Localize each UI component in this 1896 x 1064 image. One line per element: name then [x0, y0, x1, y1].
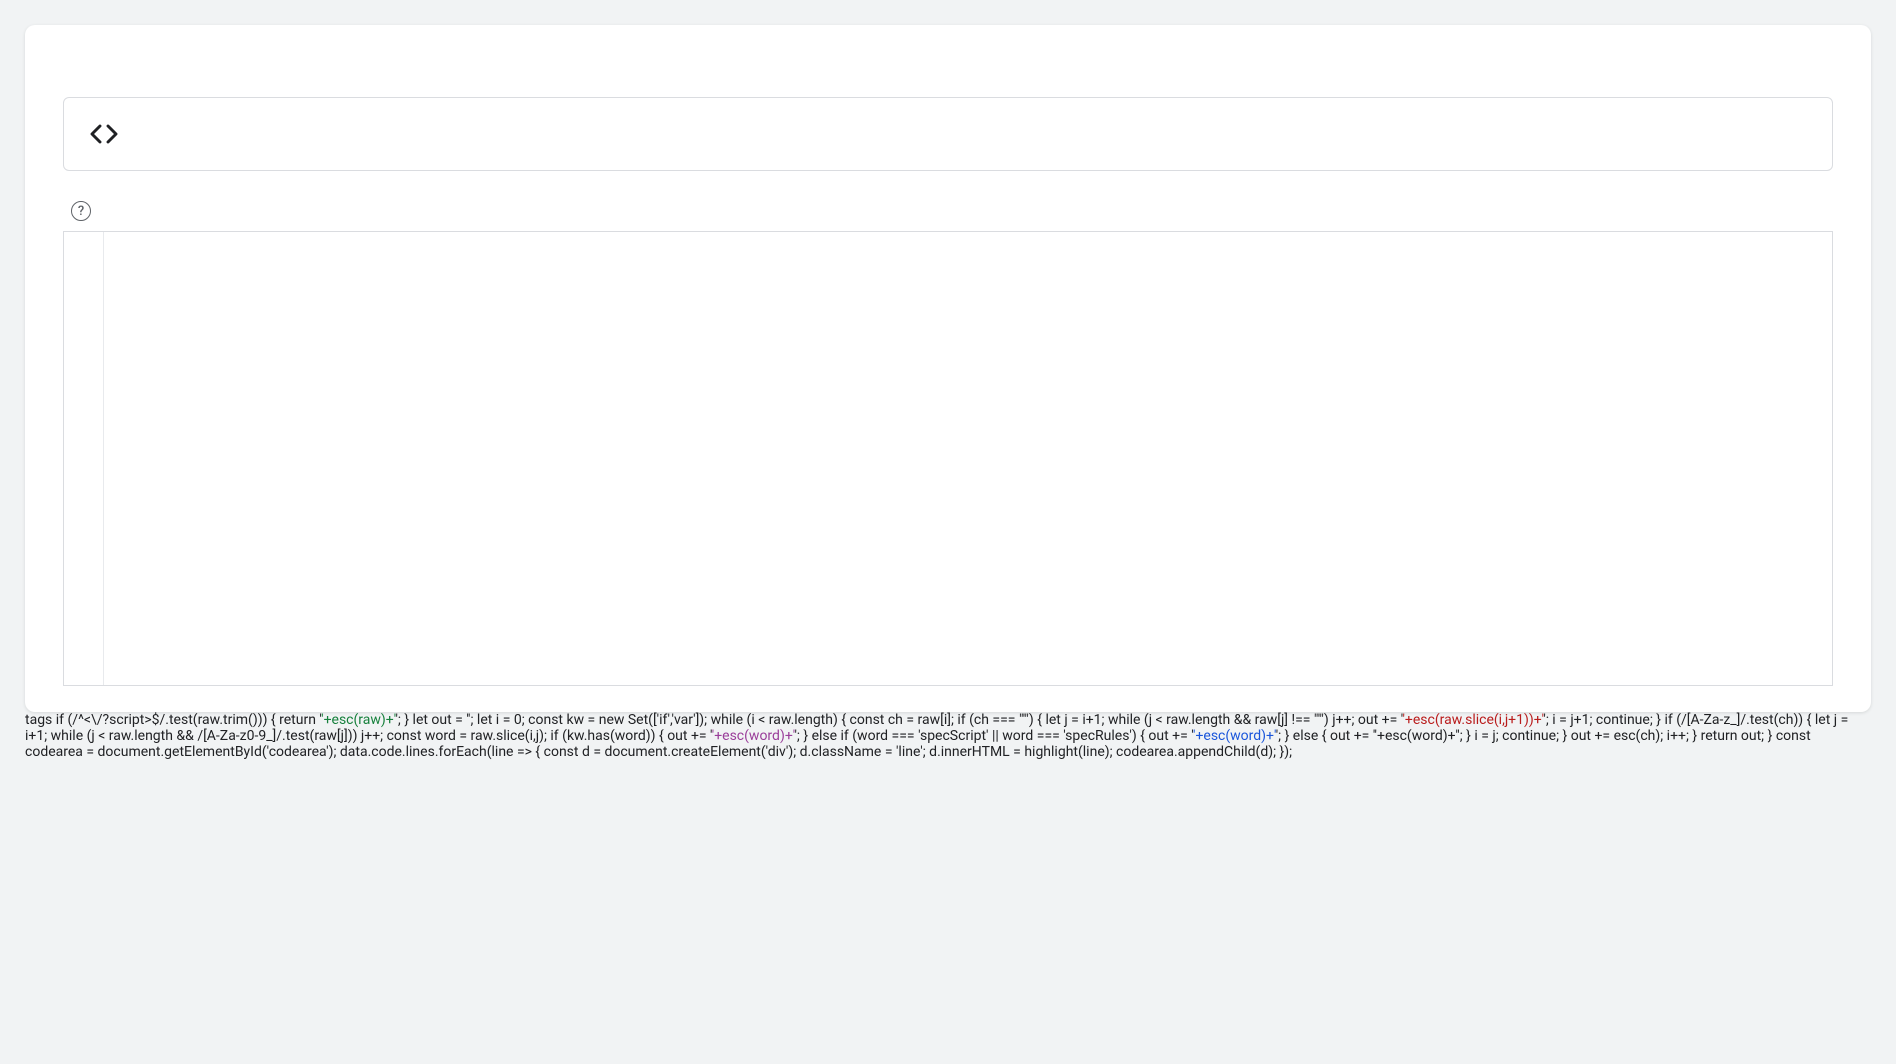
code-gutter	[64, 232, 104, 685]
tag-type-label	[25, 83, 1871, 97]
tag-configuration-card: ?	[25, 25, 1871, 712]
help-icon[interactable]: ?	[71, 201, 91, 221]
tag-type-selector[interactable]	[63, 97, 1833, 171]
code-brackets-icon	[84, 114, 124, 154]
html-code-editor[interactable]	[63, 231, 1833, 686]
code-area[interactable]	[104, 232, 1832, 685]
html-label-row: ?	[25, 201, 1871, 231]
panel-title	[25, 53, 1871, 83]
